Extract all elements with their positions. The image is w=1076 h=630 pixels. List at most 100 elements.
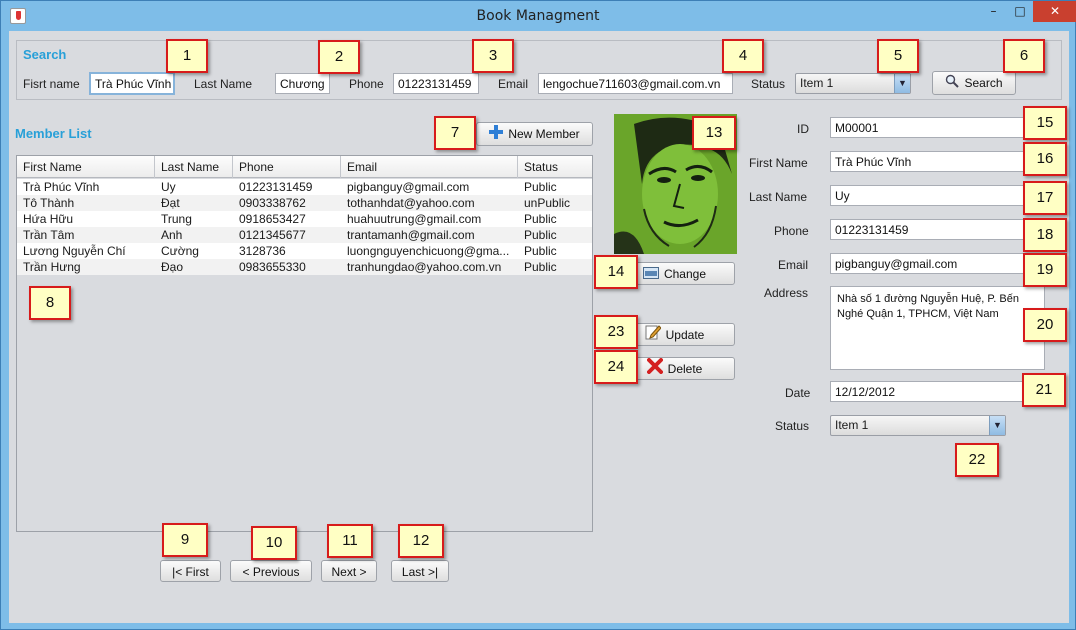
detail-first-name-input[interactable]: Trà Phúc Vĩnh — [830, 151, 1045, 172]
cell-first-name: Trần Tâm — [23, 228, 75, 242]
search-first-name-input[interactable]: Trà Phúc Vĩnh — [89, 72, 175, 95]
cell-status: Public — [524, 228, 557, 242]
cell-email: pigbanguy@gmail.com — [347, 180, 470, 194]
plus-icon — [489, 124, 504, 146]
annotation-tag-13: 13 — [692, 116, 736, 150]
search-button-label: Search — [964, 76, 1003, 90]
chevron-down-icon[interactable]: ▼ — [989, 416, 1005, 435]
col-status[interactable]: Status — [518, 156, 592, 178]
detail-last-name-input[interactable]: Uy — [830, 185, 1045, 206]
search-title: Search — [23, 47, 67, 62]
cell-email: luongnguyenchicuong@gma... — [347, 244, 510, 258]
search-status-label: Status — [751, 77, 786, 91]
search-button[interactable]: Search — [932, 71, 1016, 95]
minimize-button[interactable]: – — [980, 1, 1007, 22]
annotation-tag-24: 24 — [594, 350, 638, 384]
search-last-name-input[interactable]: Chương — [275, 73, 330, 94]
cell-phone: 01223131459 — [239, 180, 313, 194]
annotation-tag-22: 22 — [955, 443, 999, 477]
cell-last-name: Cường — [161, 244, 199, 258]
chevron-down-icon[interactable]: ▼ — [894, 74, 910, 93]
table-row[interactable]: Trần Hưng Đạo 0983655330 tranhungdao@yahoo.… — [17, 259, 592, 275]
table-row[interactable]: Trà Phúc Vĩnh Uy 01223131459 pigbanguy@gmai… — [17, 179, 592, 195]
detail-first-name-label: First Name — [749, 156, 808, 170]
table-row[interactable]: Hứa Hữu Trung 0918653427 huahuutrung@gmail.… — [17, 211, 592, 227]
delete-label: Delete — [667, 362, 703, 376]
detail-date-label: Date — [785, 386, 811, 400]
cell-email: trantamanh@gmail.com — [347, 228, 475, 242]
new-member-button[interactable]: New Member — [476, 122, 593, 146]
annotation-tag-16: 16 — [1023, 142, 1067, 176]
annotation-tag-17: 17 — [1023, 181, 1067, 215]
detail-id-input[interactable]: M00001 — [830, 117, 1045, 138]
annotation-tag-1: 1 — [166, 39, 208, 73]
cell-first-name: Tô Thành — [23, 196, 75, 210]
app-window: Book Managment – □ ✕ Search Fisrt name T… — [0, 0, 1076, 630]
annotation-tag-4: 4 — [722, 39, 764, 73]
table-row[interactable]: Lương Nguyễn Chí Cường 3128736 luongnguyenc… — [17, 243, 592, 259]
annotation-tag-10: 10 — [251, 526, 297, 560]
next-page-button[interactable]: Next > — [321, 560, 377, 582]
table-row[interactable]: Tô Thành Đạt 0903338762 tothanhdat@yahoo.co… — [17, 195, 592, 211]
member-table: First Name Last Name Phone Email Status … — [16, 155, 593, 532]
annotation-tag-12: 12 — [398, 524, 444, 558]
annotation-tag-20: 20 — [1023, 308, 1067, 342]
cell-status: Public — [524, 244, 557, 258]
search-email-input[interactable]: lengochue711603@gmail.com.vn — [538, 73, 733, 94]
cell-status: Public — [524, 212, 557, 226]
annotation-tag-23: 23 — [594, 315, 638, 349]
annotation-tag-3: 3 — [472, 39, 514, 73]
col-email[interactable]: Email — [341, 156, 518, 178]
title-bar: Book Managment – □ ✕ — [1, 1, 1076, 31]
detail-date-input[interactable]: 12/12/2012 — [830, 381, 1045, 402]
annotation-tag-9: 9 — [162, 523, 208, 557]
col-phone[interactable]: Phone — [233, 156, 341, 178]
previous-page-button[interactable]: < Previous — [230, 560, 312, 582]
search-email-label: Email — [498, 77, 529, 91]
cell-last-name: Trung — [161, 212, 192, 226]
window-title: Book Managment — [476, 8, 600, 24]
detail-status-label: Status — [775, 419, 810, 433]
cell-email: tothanhdat@yahoo.com — [347, 196, 475, 210]
detail-phone-label: Phone — [774, 224, 809, 238]
cell-first-name: Trần Hưng — [23, 260, 81, 274]
search-phone-input[interactable]: 01223131459 — [393, 73, 479, 94]
last-page-button[interactable]: Last >| — [391, 560, 449, 582]
cell-last-name: Uy — [161, 180, 176, 194]
magnifier-icon — [945, 73, 960, 95]
cell-first-name: Trà Phúc Vĩnh — [23, 180, 100, 194]
cell-last-name: Đạo — [161, 260, 184, 274]
maximize-button[interactable]: □ — [1007, 1, 1033, 22]
new-member-label: New Member — [508, 127, 580, 141]
close-button[interactable]: ✕ — [1033, 1, 1076, 22]
search-last-name-label: Last Name — [194, 77, 253, 91]
table-row[interactable]: Trần Tâm Anh 0121345677 trantamanh@gmail.co… — [17, 227, 592, 243]
annotation-tag-21: 21 — [1022, 373, 1066, 407]
annotation-tag-11: 11 — [327, 524, 373, 558]
member-list-title: Member List — [15, 126, 92, 141]
annotation-tag-6: 6 — [1003, 39, 1045, 73]
cell-last-name: Anh — [161, 228, 183, 242]
cell-first-name: Hứa Hữu — [23, 212, 74, 226]
detail-email-input[interactable]: pigbanguy@gmail.com — [830, 253, 1045, 274]
detail-status-combo[interactable]: Item 1 ▼ — [830, 415, 1006, 436]
cell-phone: 0918653427 — [239, 212, 306, 226]
detail-phone-input[interactable]: 01223131459 — [830, 219, 1045, 240]
table-header: First Name Last Name Phone Email Status — [17, 156, 592, 178]
search-status-combo[interactable]: Item 1 ▼ — [795, 73, 911, 94]
detail-address-label: Address — [764, 286, 809, 300]
detail-email-label: Email — [778, 258, 809, 272]
first-page-button[interactable]: |< First — [160, 560, 221, 582]
col-last-name[interactable]: Last Name — [155, 156, 233, 178]
cell-email: huahuutrung@gmail.com — [347, 212, 482, 226]
search-status-value: Item 1 — [800, 76, 834, 90]
detail-id-label: ID — [797, 122, 809, 136]
annotation-tag-15: 15 — [1023, 106, 1067, 140]
annotation-tag-2: 2 — [318, 40, 360, 74]
annotation-tag-7: 7 — [434, 116, 476, 150]
detail-address-textarea[interactable]: Nhà số 1 đường Nguyễn Huệ, P. Bến Nghé Q… — [830, 286, 1045, 370]
col-first-name[interactable]: First Name — [17, 156, 155, 178]
search-phone-label: Phone — [349, 77, 384, 91]
cell-phone: 0983655330 — [239, 260, 306, 274]
search-first-name-label: Fisrt name — [23, 77, 80, 91]
